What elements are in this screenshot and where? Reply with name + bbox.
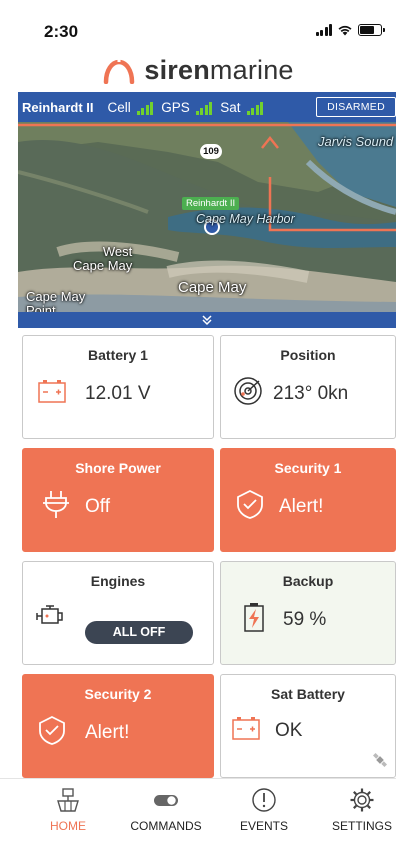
map-label-west-cape-may: West Cape May (73, 244, 133, 273)
vessel-status-bar: Reinhardt II Cell GPS Sat DISARMED (18, 92, 396, 122)
sat-signal-label: Sat (220, 99, 241, 115)
cell-signal: Cell (108, 100, 154, 115)
sat-signal: Sat (220, 99, 264, 115)
brand-logo: sirenmarine (0, 50, 396, 90)
map-route-shield: 109 (200, 144, 222, 159)
battery-icon (38, 380, 66, 403)
tile-security-1[interactable]: Security 1 Alert! (220, 448, 396, 552)
tile-title: Sat Battery (271, 686, 345, 702)
tile-title: Battery 1 (88, 347, 148, 363)
brand-regular: marine (209, 54, 294, 85)
satellite-icon (372, 752, 388, 768)
nav-settings[interactable]: SETTINGS (312, 787, 396, 833)
tile-value: 59 % (283, 609, 327, 630)
engine-icon (36, 605, 63, 624)
brand-name: sirenmarine (144, 55, 293, 86)
battery-status-icon (358, 24, 385, 36)
tile-value: Off (85, 496, 110, 517)
vessel-name[interactable]: Reinhardt II (22, 100, 94, 115)
radar-icon (234, 377, 262, 405)
tile-value: Alert! (85, 722, 130, 743)
tile-value: 213° 0kn (273, 383, 349, 404)
nav-home[interactable]: HOME (18, 787, 118, 833)
brand-bold: siren (144, 54, 210, 85)
gps-bars-icon (195, 101, 213, 115)
tile-value: Alert! (279, 496, 324, 517)
toggle-icon (154, 795, 178, 806)
status-bar: 2:30 (0, 0, 396, 44)
tile-backup[interactable]: Backup 59 % (220, 561, 396, 665)
engines-status-pill: ALL OFF (85, 621, 193, 644)
tile-title: Security 1 (274, 460, 342, 476)
nav-label: SETTINGS (331, 819, 392, 833)
cellular-signal-icon (315, 24, 332, 36)
status-icons (315, 24, 385, 36)
tile-position[interactable]: Position 213° 0kn (220, 335, 396, 439)
battery-icon (232, 717, 260, 740)
chevron-double-down-icon (202, 314, 212, 325)
shield-check-icon (39, 715, 65, 745)
charging-battery-icon (244, 603, 264, 632)
cell-bars-icon (136, 101, 154, 115)
shield-check-icon (237, 489, 263, 519)
tile-title: Engines (90, 573, 146, 589)
tile-battery-1[interactable]: Battery 1 12.01 V (22, 335, 214, 439)
tile-security-2[interactable]: Security 2 Alert! (22, 674, 214, 778)
tile-value: OK (275, 720, 303, 741)
map-vessel-label[interactable]: Reinhardt II (182, 197, 240, 210)
alert-circle-icon (252, 788, 276, 812)
map-collapse-button[interactable] (18, 312, 396, 328)
map-label-harbor: Cape May Harbor (196, 212, 295, 226)
sat-bars-icon (246, 101, 264, 115)
nav-label: EVENTS (239, 819, 288, 833)
tile-title: Security 2 (84, 686, 152, 702)
tile-engines[interactable]: Engines ALL OFF (22, 561, 214, 665)
gear-icon (350, 788, 374, 812)
boat-icon (57, 788, 79, 812)
siren-wave-icon (104, 56, 135, 84)
nav-commands[interactable]: COMMANDS (116, 787, 216, 833)
vessel-map[interactable]: Jarvis Sound 109 Reinhardt II Cape May H… (18, 122, 396, 312)
status-time: 2:30 (44, 22, 79, 41)
arm-status-button[interactable]: DISARMED (316, 97, 396, 117)
bottom-nav: HOME COMMANDS EVENTS SETTINGS (0, 778, 396, 843)
map-label-cape-may: Cape May (178, 279, 247, 296)
plug-icon (43, 491, 69, 518)
wifi-icon (338, 25, 352, 36)
nav-events[interactable]: EVENTS (214, 787, 314, 833)
cell-signal-label: Cell (107, 99, 131, 115)
map-label-cape-may-point: Cape May Point (26, 289, 86, 313)
tile-title: Shore Power (75, 460, 161, 476)
tile-shore-power[interactable]: Shore Power Off (22, 448, 214, 552)
gps-signal-label: GPS (161, 99, 190, 115)
tile-sat-battery[interactable]: Sat Battery OK (220, 674, 396, 778)
nav-label: COMMANDS (130, 819, 202, 833)
map-label-jarvis: Jarvis Sound (318, 134, 394, 149)
tile-value: 12.01 V (85, 383, 151, 404)
nav-label: HOME (50, 819, 86, 833)
tile-title: Backup (282, 573, 334, 589)
gps-signal: GPS (161, 99, 213, 115)
tile-title: Position (280, 347, 336, 363)
